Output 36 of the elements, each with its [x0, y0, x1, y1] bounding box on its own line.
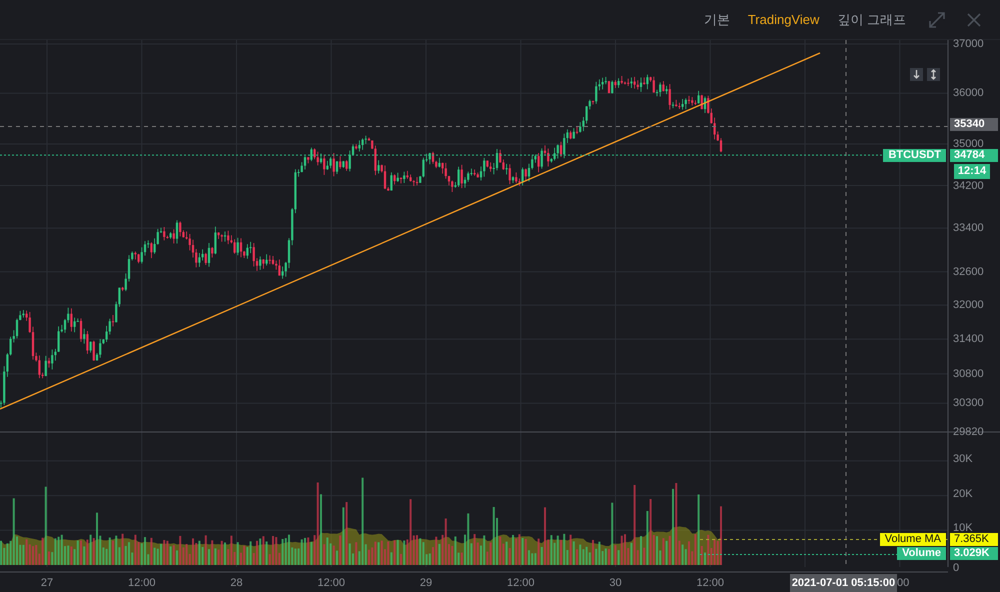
- crosshair-price-label: 35340: [950, 118, 998, 131]
- countdown-label: 12:14: [954, 164, 990, 180]
- time-axis-label: 28: [229, 576, 244, 591]
- price-axis-label: 32000: [953, 299, 984, 312]
- chart-tab[interactable]: 기본: [702, 8, 732, 30]
- price-axis-label: 37000: [953, 38, 984, 50]
- time-axis-label: 12:00: [506, 576, 536, 591]
- volume-value-label: 3.029K: [950, 547, 998, 560]
- price-axis-label: 35000: [953, 138, 984, 150]
- time-axis-label: 30: [608, 576, 623, 591]
- volume-axis-label: 30K: [953, 452, 973, 465]
- price-axis-label: 36000: [953, 87, 984, 100]
- chart-tab[interactable]: TradingView: [746, 10, 822, 29]
- price-axis-label: 34200: [953, 180, 984, 192]
- volume-ma-name-label: Volume MA: [880, 533, 946, 546]
- volume-axis-label: 10K: [953, 522, 973, 534]
- price-axis-label: 29820: [953, 426, 984, 438]
- price-axis-label: 31400: [953, 333, 984, 346]
- crosshair-time-label: 2021-07-01 05:15:00: [790, 574, 897, 592]
- time-axis-label: 12:00: [316, 576, 346, 591]
- time-axis-label: 12:00: [695, 576, 726, 591]
- chart-tab[interactable]: 깊이 그래프: [835, 8, 908, 30]
- price-axis-label: 33400: [953, 222, 984, 234]
- volume-ma-value-label: 7.365K: [950, 533, 998, 546]
- price-axis-label: 32600: [953, 266, 984, 278]
- time-axis-label: 29: [418, 576, 434, 591]
- time-axis-label: 27: [40, 576, 54, 591]
- symbol-label: BTCUSDT: [883, 149, 946, 162]
- last-price-label: 34784: [950, 149, 998, 162]
- volume-axis-label: 0: [953, 562, 960, 574]
- time-axis-label: 00: [897, 576, 910, 591]
- time-axis-label: 12:00: [126, 576, 157, 591]
- volume-axis-label: 20K: [953, 488, 973, 500]
- volume-name-label: Volume: [897, 547, 946, 560]
- price-axis-label: 30800: [953, 368, 984, 380]
- price-axis-label: 30300: [953, 397, 984, 410]
